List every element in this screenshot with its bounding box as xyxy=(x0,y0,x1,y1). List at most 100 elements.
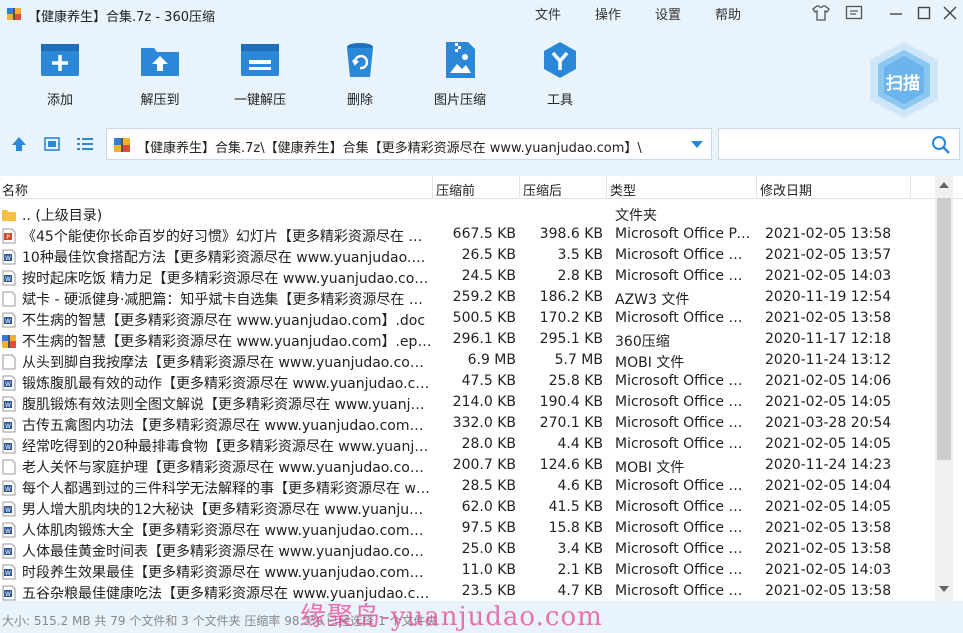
file-name: 不生病的智慧【更多精彩资源尽在 www.yuanjudao.com】.doc xyxy=(22,313,426,329)
message-icon xyxy=(845,5,863,20)
file-icon xyxy=(2,354,16,370)
file-row[interactable]: W 10种最佳饮食搭配方法【更多精彩资源尽在 www.yuanjudao.com】… xyxy=(0,246,935,267)
list-view-button[interactable] xyxy=(75,134,95,154)
file-row[interactable]: 斌卡 - 硬派健身·减肥篇：知乎斌卡自选集【更多精彩资源尽在 www.yuanj… xyxy=(0,288,935,309)
thumbnail-view-button[interactable] xyxy=(42,134,62,154)
word-file-icon: W xyxy=(2,585,16,601)
word-file-icon: W xyxy=(2,417,16,433)
extract-to-label: 解压到 xyxy=(140,93,180,108)
file-row[interactable]: P 《45个能使你长命百岁的好习惯》幻灯片【更多精彩资源尽在 www.yuanju… xyxy=(0,225,935,246)
file-original-size: 667.5 KB xyxy=(452,226,516,242)
file-row[interactable]: W 人体最佳黄金时间表【更多精彩资源尽在 www.yuanjudao.com】.d… xyxy=(0,540,935,561)
word-file-icon: W xyxy=(2,249,16,265)
file-type: Microsoft Office Word xyxy=(615,415,751,431)
word-file-icon: W xyxy=(2,438,16,454)
file-row[interactable]: W 男人增大肌肉块的12大秘诀【更多精彩资源尽在 www.yuanjudao.co… xyxy=(0,498,935,519)
powerpoint-file-icon: P xyxy=(2,228,16,244)
close-button[interactable] xyxy=(939,2,961,24)
scroll-up-arrow-icon[interactable] xyxy=(939,182,949,188)
file-original-size: 97.5 KB xyxy=(461,520,516,536)
column-modified-date[interactable]: 修改日期 xyxy=(760,180,812,199)
file-row[interactable]: W 人体肌肉锻炼大全【更多精彩资源尽在 www.yuanjudao.com】.do… xyxy=(0,519,935,540)
maximize-button[interactable] xyxy=(913,2,935,24)
file-row[interactable]: W 经常吃得到的20种最排毒食物【更多精彩资源尽在 www.yuanjudao.c… xyxy=(0,435,935,456)
scan-button[interactable]: 扫描 xyxy=(866,40,942,120)
add-button[interactable]: 添加 xyxy=(15,40,105,108)
file-compressed-size: 2.8 KB xyxy=(557,268,604,284)
minimize-button[interactable] xyxy=(885,2,907,24)
file-modified-date: 2021-02-05 13:58 xyxy=(765,583,892,599)
delete-button[interactable]: 删除 xyxy=(315,40,405,108)
column-header: 名称 压缩前 压缩后 类型 修改日期 xyxy=(0,176,963,199)
file-original-size: 296.1 KB xyxy=(452,331,516,347)
chevron-down-icon[interactable] xyxy=(691,141,703,148)
file-icon xyxy=(2,291,16,307)
scroll-down-arrow-icon[interactable] xyxy=(939,586,949,592)
svg-text:W: W xyxy=(5,276,11,283)
file-compressed-size: 186.2 KB xyxy=(539,289,603,305)
one-click-extract-button[interactable]: 一键解压 xyxy=(215,40,305,108)
file-original-size: 332.0 KB xyxy=(452,415,516,431)
extract-to-button[interactable]: 解压到 xyxy=(115,40,205,108)
column-divider[interactable] xyxy=(910,176,911,198)
column-divider[interactable] xyxy=(606,176,607,198)
svg-text:W: W xyxy=(5,549,11,556)
file-compressed-size: 295.1 KB xyxy=(539,331,603,347)
file-name: 腹肌锻炼有效法则全图文解说【更多精彩资源尽在 www.yuanjudao.com… xyxy=(22,397,432,413)
add-icon xyxy=(40,40,80,80)
file-compressed-size: 4.6 KB xyxy=(557,478,604,494)
menu-help[interactable]: 帮助 xyxy=(715,4,741,23)
file-compressed-size: 2.1 KB xyxy=(557,562,604,578)
app-archive-icon xyxy=(7,8,21,20)
column-divider[interactable] xyxy=(432,176,433,198)
menu-action[interactable]: 操作 xyxy=(595,4,621,23)
word-file-icon: W xyxy=(2,270,16,286)
file-row[interactable]: 从头到脚自我按摩法【更多精彩资源尽在 www.yuanjudao.com】.mo… xyxy=(0,351,935,372)
file-type: Microsoft Office Word xyxy=(615,583,751,599)
menu-settings[interactable]: 设置 xyxy=(655,4,681,23)
scrollbar-thumb[interactable] xyxy=(937,198,951,460)
file-name: 古传五禽图内功法【更多精彩资源尽在 www.yuanjudao.com】.doc xyxy=(22,418,432,434)
file-row[interactable]: 老人关怀与家庭护理【更多精彩资源尽在 www.yuanjudao.com】.mo… xyxy=(0,456,935,477)
up-level-button[interactable] xyxy=(9,134,29,154)
search-icon[interactable] xyxy=(931,135,951,155)
file-row[interactable]: W 时段养生效果最佳【更多精彩资源尽在 www.yuanjudao.com】.do… xyxy=(0,561,935,582)
file-name: 不生病的智慧【更多精彩资源尽在 www.yuanjudao.com】.epub xyxy=(22,334,432,350)
file-modified-date: 2021-02-05 13:58 xyxy=(765,520,892,536)
address-bar[interactable]: 【健康养生】合集.7z\【健康养生】合集【更多精彩资源尽在 www.yuanju… xyxy=(106,128,712,160)
file-row[interactable]: W 每个人都遇到过的三件科学无法解释的事【更多精彩资源尽在 www.yuanjud… xyxy=(0,477,935,498)
file-row[interactable]: .. (上级目录) 文件夹 xyxy=(0,204,935,225)
skin-button[interactable] xyxy=(810,2,832,24)
column-compressed-size[interactable]: 压缩后 xyxy=(523,180,562,199)
file-modified-date: 2021-02-05 14:05 xyxy=(765,499,892,515)
file-compressed-size: 270.1 KB xyxy=(539,415,603,431)
column-original-size[interactable]: 压缩前 xyxy=(436,180,475,199)
file-row[interactable]: W 锻炼腹肌最有效的动作【更多精彩资源尽在 www.yuanjudao.com】.… xyxy=(0,372,935,393)
vertical-scrollbar[interactable] xyxy=(935,176,953,601)
file-row[interactable]: W 古传五禽图内功法【更多精彩资源尽在 www.yuanjudao.com】.do… xyxy=(0,414,935,435)
column-type[interactable]: 类型 xyxy=(610,180,636,199)
file-row[interactable]: W 不生病的智慧【更多精彩资源尽在 www.yuanjudao.com】.doc 5… xyxy=(0,309,935,330)
file-compressed-size: 190.4 KB xyxy=(539,394,603,410)
extract-to-icon xyxy=(140,40,180,80)
image-compress-button[interactable]: 图片压缩 xyxy=(415,40,505,108)
file-original-size: 26.5 KB xyxy=(461,247,516,263)
file-row[interactable]: W 腹肌锻炼有效法则全图文解说【更多精彩资源尽在 www.yuanjudao.co… xyxy=(0,393,935,414)
arrow-up-icon xyxy=(12,137,26,151)
feedback-button[interactable] xyxy=(843,2,865,24)
search-box[interactable] xyxy=(718,128,960,160)
column-name[interactable]: 名称 xyxy=(2,180,28,199)
file-original-size: 200.7 KB xyxy=(452,457,516,473)
file-compressed-size: 3.5 KB xyxy=(557,247,604,263)
column-divider[interactable] xyxy=(756,176,757,198)
file-modified-date: 2020-11-24 13:12 xyxy=(765,352,892,368)
tools-button[interactable]: 工具 xyxy=(515,40,605,108)
menu-file[interactable]: 文件 xyxy=(535,4,561,23)
file-row[interactable]: W 按时起床吃饭 精力足【更多精彩资源尽在 www.yuanjudao.com】.… xyxy=(0,267,935,288)
svg-text:W: W xyxy=(5,381,11,388)
file-modified-date: 2021-02-05 14:06 xyxy=(765,373,892,389)
file-row[interactable]: 不生病的智慧【更多精彩资源尽在 www.yuanjudao.com】.epub 2… xyxy=(0,330,935,351)
word-file-icon: W xyxy=(2,312,16,328)
file-rows: .. (上级目录) 文件夹 P 《45个能使你长命百岁的好习惯》幻灯片【更多精彩资源尽… xyxy=(0,204,935,601)
column-divider[interactable] xyxy=(519,176,520,198)
